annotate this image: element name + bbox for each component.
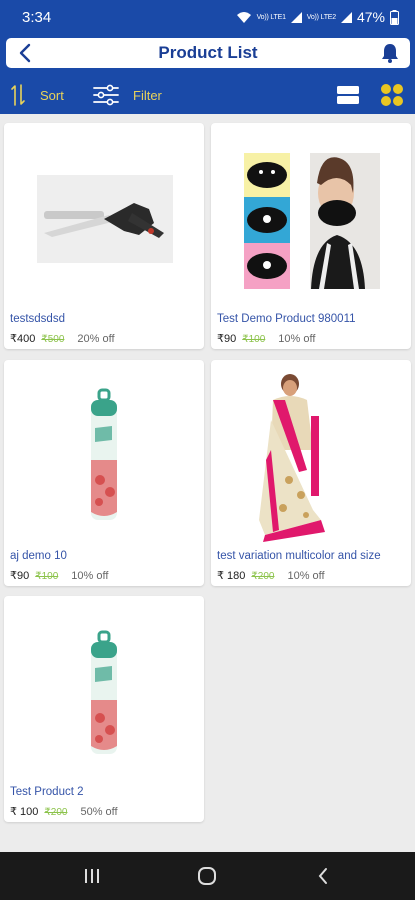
product-image-saree [259, 374, 325, 542]
product-card[interactable]: Test Product 2 ₹ 100 ₹200 50% off [4, 596, 204, 822]
signal2-icon [340, 11, 352, 23]
recent-apps-icon [85, 869, 99, 883]
home-button[interactable] [195, 864, 219, 888]
filter-label: Filter [133, 87, 162, 103]
volte2-label: Vo)) LTE2 [306, 13, 336, 21]
price-row: ₹400 ₹500 20% off [10, 332, 115, 345]
product-mrp: ₹500 [41, 334, 65, 345]
signal1-icon [290, 11, 302, 23]
status-icons: Vo)) LTE1 Vo)) LTE2 47% [236, 9, 399, 25]
product-discount: 10% off [287, 570, 325, 582]
sort-icon [11, 84, 25, 106]
filter-sliders-icon [93, 84, 119, 106]
product-name: test variation multicolor and size [217, 550, 381, 562]
filter-button[interactable]: Filter [93, 82, 162, 108]
product-card[interactable]: test variation multicolor and size ₹ 180… [211, 360, 411, 586]
product-discount: 10% off [278, 333, 316, 345]
product-mrp: ₹100 [35, 571, 59, 582]
app-header: Product List Sort Filter [0, 34, 415, 114]
list-view-icon[interactable] [336, 84, 360, 106]
product-mrp: ₹100 [242, 334, 266, 345]
product-card[interactable]: testsdsdsd ₹400 ₹500 20% off [4, 123, 204, 349]
product-price: ₹ 180 [217, 570, 246, 582]
product-price: ₹90 [10, 570, 30, 582]
grid-view-icon[interactable] [380, 83, 404, 107]
product-card[interactable]: Test Demo Product 980011 ₹90 ₹100 10% of… [211, 123, 411, 349]
product-discount: 50% off [80, 806, 118, 818]
back-chevron-icon [318, 868, 327, 884]
price-row: ₹ 100 ₹200 50% off [10, 805, 118, 818]
product-name: Test Product 2 [10, 786, 84, 798]
volte1-label: Vo)) LTE1 [256, 13, 286, 21]
product-image-face-masks [244, 153, 380, 289]
sort-label: Sort [40, 87, 64, 103]
back-arrow-icon [19, 43, 31, 63]
status-bar: 3:34 Vo)) LTE1 Vo)) LTE2 47% [0, 0, 415, 34]
title-bar: Product List [6, 38, 410, 68]
price-row: ₹ 180 ₹200 10% off [217, 569, 325, 582]
product-price: ₹ 100 [10, 806, 39, 818]
product-card[interactable]: aj demo 10 ₹90 ₹100 10% off [4, 360, 204, 586]
price-row: ₹90 ₹100 10% off [217, 332, 315, 345]
product-discount: 20% off [77, 333, 115, 345]
wifi-icon [236, 11, 251, 23]
sort-button[interactable]: Sort [10, 82, 64, 108]
product-name: Test Demo Product 980011 [217, 313, 356, 325]
product-name: aj demo 10 [10, 550, 67, 562]
product-mrp: ₹200 [44, 807, 68, 818]
status-time: 3:34 [22, 8, 52, 26]
toolbar: Sort Filter [0, 78, 415, 112]
product-mrp: ₹200 [251, 571, 275, 582]
price-row: ₹90 ₹100 10% off [10, 569, 108, 582]
back-button[interactable] [12, 41, 38, 65]
product-name: testsdsdsd [10, 313, 65, 325]
product-image-vegetable-scissors [37, 175, 173, 263]
product-price: ₹90 [217, 333, 237, 345]
system-nav-bar [0, 852, 415, 900]
battery-icon [390, 9, 399, 25]
product-image-air-freshener [91, 388, 117, 520]
bell-icon [382, 44, 398, 63]
recent-apps-button[interactable] [80, 864, 104, 888]
product-image-air-freshener [91, 630, 117, 754]
page-title: Product List [158, 43, 258, 62]
back-nav-button[interactable] [311, 864, 335, 888]
product-price: ₹400 [10, 333, 36, 345]
notification-button[interactable] [378, 41, 402, 65]
home-icon [198, 867, 216, 885]
product-discount: 10% off [71, 570, 109, 582]
battery-percent: 47% [356, 9, 385, 25]
